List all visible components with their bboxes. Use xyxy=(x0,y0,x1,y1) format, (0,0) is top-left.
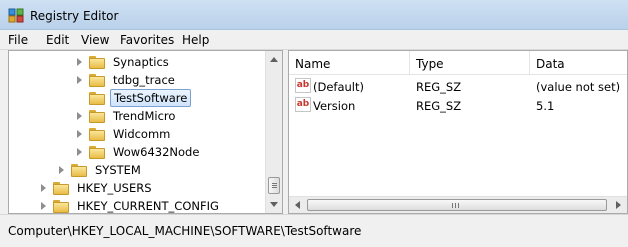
values-list[interactable]: Name Type Data ab (Default) REG_SZ (valu… xyxy=(288,50,628,214)
menu-file[interactable]: File xyxy=(8,33,28,47)
folder-icon xyxy=(89,145,105,159)
folder-icon xyxy=(89,109,105,123)
tree-item-testsoftware[interactable]: TestSoftware xyxy=(89,89,192,107)
expand-arrow-icon[interactable] xyxy=(75,57,85,67)
tree-item-label: Wow6432Node xyxy=(113,145,200,159)
folder-icon xyxy=(89,73,105,87)
scroll-right-arrow-icon[interactable] xyxy=(616,201,621,209)
list-horizontal-scrollbar[interactable] xyxy=(289,196,627,213)
expand-arrow-icon[interactable] xyxy=(39,201,49,211)
tree-item-label: Synaptics xyxy=(113,55,169,69)
title-bar: Registry Editor xyxy=(0,0,628,30)
tree-item-label: HKEY_USERS xyxy=(77,181,152,195)
value-row[interactable]: ab Version REG_SZ 5.1 xyxy=(289,96,627,115)
value-name: (Default) xyxy=(313,80,364,94)
expand-arrow-icon[interactable] xyxy=(39,183,49,193)
column-header-name[interactable]: Name xyxy=(289,51,410,75)
value-data: (value not set) xyxy=(536,80,621,94)
scroll-up-arrow-icon[interactable] xyxy=(270,57,278,62)
main-area: Synaptics tdbg_trace TestSoftware TrendM… xyxy=(0,50,628,214)
tree-item-label: tdbg_trace xyxy=(113,73,175,87)
ab-string-icon: ab xyxy=(295,78,311,93)
menu-favorites[interactable]: Favorites xyxy=(120,33,174,47)
status-bar: Computer\HKEY_LOCAL_MACHINE\SOFTWARE\Tes… xyxy=(0,214,628,247)
tree-item-wow6432node[interactable]: Wow6432Node xyxy=(75,143,202,161)
expand-arrow-icon[interactable] xyxy=(75,129,85,139)
expand-arrow-icon[interactable] xyxy=(75,111,85,121)
tree-item-label: TrendMicro xyxy=(113,109,176,123)
ab-string-icon: ab xyxy=(295,97,311,112)
tree-item-label: Widcomm xyxy=(113,127,171,141)
registry-editor-icon xyxy=(8,8,24,23)
folder-icon xyxy=(89,127,105,141)
menu-bar: File Edit View Favorites Help xyxy=(0,30,628,50)
folder-icon xyxy=(89,91,105,105)
scroll-thumb[interactable] xyxy=(268,177,280,194)
column-header-type[interactable]: Type xyxy=(410,51,530,75)
tree-item-trendmicro[interactable]: TrendMicro xyxy=(75,107,178,125)
menu-help[interactable]: Help xyxy=(182,33,209,47)
tree-item-widcomm[interactable]: Widcomm xyxy=(75,125,173,143)
scroll-left-arrow-icon[interactable] xyxy=(295,201,300,209)
tree-item-tdbg-trace[interactable]: tdbg_trace xyxy=(75,71,178,89)
tree-item-label: TestSoftware xyxy=(110,89,192,107)
folder-icon xyxy=(89,55,105,69)
tree-item-hkey-users[interactable]: HKEY_USERS xyxy=(39,179,155,197)
tree-item-label: HKEY_CURRENT_CONFIG xyxy=(77,199,219,213)
tree-vertical-scrollbar[interactable] xyxy=(265,51,282,213)
tree-item-hkey-current-config[interactable]: HKEY_CURRENT_CONFIG xyxy=(39,197,222,213)
column-header-data[interactable]: Data xyxy=(530,51,627,75)
value-type: REG_SZ xyxy=(416,99,462,113)
registry-tree[interactable]: Synaptics tdbg_trace TestSoftware TrendM… xyxy=(8,50,283,214)
tree-item-label: SYSTEM xyxy=(95,163,141,177)
expand-arrow-icon[interactable] xyxy=(57,165,67,175)
registry-path: Computer\HKEY_LOCAL_MACHINE\SOFTWARE\Tes… xyxy=(8,224,362,238)
expand-arrow-icon[interactable] xyxy=(75,147,85,157)
expand-arrow-icon[interactable] xyxy=(75,75,85,85)
value-data: 5.1 xyxy=(536,99,555,113)
folder-icon xyxy=(53,199,69,213)
value-name: Version xyxy=(313,99,356,113)
menu-view[interactable]: View xyxy=(81,33,109,47)
menu-edit[interactable]: Edit xyxy=(46,33,69,47)
value-row[interactable]: ab (Default) REG_SZ (value not set) xyxy=(289,77,627,96)
window-title: Registry Editor xyxy=(30,9,119,23)
tree-item-system[interactable]: SYSTEM xyxy=(57,161,144,179)
scroll-down-arrow-icon[interactable] xyxy=(270,202,278,207)
scroll-thumb[interactable] xyxy=(307,199,607,211)
tree-item-synaptics[interactable]: Synaptics xyxy=(75,53,172,71)
folder-icon xyxy=(53,181,69,195)
folder-icon xyxy=(71,163,87,177)
value-type: REG_SZ xyxy=(416,80,462,94)
